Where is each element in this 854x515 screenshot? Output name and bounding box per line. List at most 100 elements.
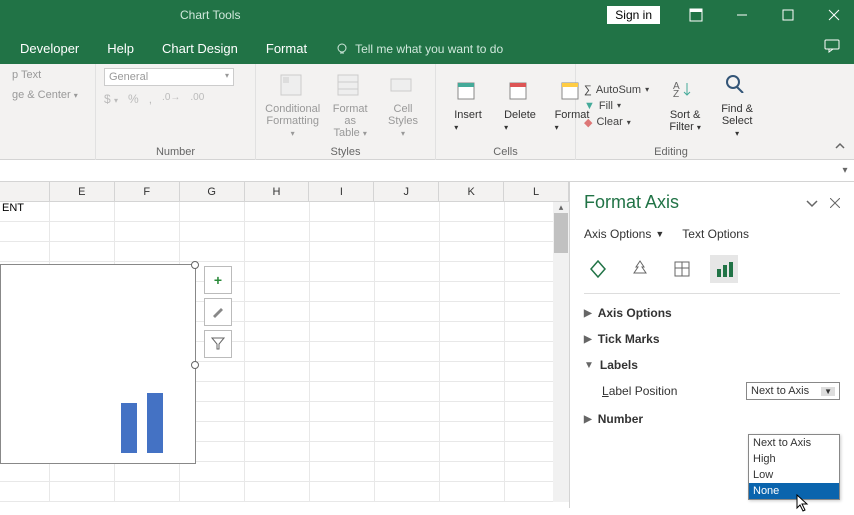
- col-header[interactable]: I: [309, 182, 374, 201]
- sort-filter-icon: AZ: [671, 79, 699, 107]
- lightbulb-icon: [335, 42, 349, 56]
- size-properties-icon[interactable]: [668, 255, 696, 283]
- cells-group-label: Cells: [444, 144, 567, 160]
- plus-icon: +: [214, 272, 222, 288]
- autosum-button[interactable]: ∑ AutoSum ▾: [584, 84, 649, 96]
- chart-bars: [121, 393, 163, 453]
- tab-help[interactable]: Help: [93, 33, 148, 64]
- mouse-cursor-icon: [796, 494, 810, 515]
- tick-marks-section[interactable]: ▶Tick Marks: [584, 332, 840, 346]
- window-controls: Sign in: [607, 0, 854, 30]
- chart-float-tools: +: [204, 266, 232, 358]
- accounting-format-icon[interactable]: $ ▾: [104, 92, 118, 106]
- fill-line-icon[interactable]: [584, 255, 612, 283]
- resize-handle[interactable]: [191, 361, 199, 369]
- styles-group-label: Styles: [264, 144, 427, 160]
- insert-button[interactable]: Insert▾: [444, 77, 492, 135]
- tab-chart-design[interactable]: Chart Design: [148, 33, 252, 64]
- fill-down-icon: ▼: [584, 100, 595, 112]
- collapse-ribbon-icon[interactable]: [834, 140, 846, 155]
- column-headers[interactable]: E F G H I J K L: [0, 182, 569, 202]
- col-header[interactable]: G: [180, 182, 245, 201]
- ribbon-display-icon[interactable]: [676, 0, 716, 30]
- tab-format[interactable]: Format: [252, 33, 321, 64]
- magnifier-icon: [723, 73, 751, 101]
- tab-developer[interactable]: Developer: [6, 33, 93, 64]
- fill-button[interactable]: ▼ Fill ▾: [584, 100, 649, 112]
- conditional-formatting-button[interactable]: ConditionalFormatting ▾: [264, 71, 321, 141]
- col-header[interactable]: J: [374, 182, 439, 201]
- brush-icon: [211, 304, 225, 321]
- dropdown-option[interactable]: High: [749, 451, 839, 467]
- feedback-icon[interactable]: [810, 31, 854, 64]
- editing-group-label: Editing: [584, 144, 758, 160]
- maximize-icon[interactable]: [768, 0, 808, 30]
- number-section[interactable]: ▶Number: [584, 412, 840, 426]
- dropdown-option[interactable]: Low: [749, 467, 839, 483]
- label-position-dropdown: Next to Axis High Low None: [748, 434, 840, 500]
- chart-bar[interactable]: [147, 393, 163, 453]
- find-select-button[interactable]: Find &Select ▾: [713, 71, 761, 141]
- dropdown-option[interactable]: Next to Axis: [749, 435, 839, 451]
- chart-styles-button[interactable]: [204, 298, 232, 326]
- expand-formula-bar-icon[interactable]: ▾: [836, 165, 854, 176]
- labels-section[interactable]: ▼Labels: [584, 358, 840, 372]
- clear-button[interactable]: ◆ Clear ▾: [584, 116, 649, 129]
- resize-handle[interactable]: [191, 261, 199, 269]
- signin-button[interactable]: Sign in: [607, 6, 660, 24]
- axis-options-icon[interactable]: [710, 255, 738, 283]
- chart-elements-button[interactable]: +: [204, 266, 232, 294]
- number-group-label: Number: [104, 144, 247, 160]
- wrap-text-fragment[interactable]: p Text: [8, 68, 45, 82]
- axis-options-tab[interactable]: Axis Options ▼: [584, 227, 664, 241]
- percent-format-icon[interactable]: %: [128, 92, 139, 106]
- vertical-scrollbar[interactable]: ▴: [553, 202, 569, 502]
- worksheet-grid[interactable]: E F G H I J K L ENT: [0, 182, 570, 508]
- editing-group: ∑ AutoSum ▾ ▼ Fill ▾ ◆ Clear ▾ AZ Sort &…: [576, 64, 766, 160]
- label-position-select[interactable]: Next to Axis ▼: [746, 382, 840, 400]
- decrease-decimal-icon[interactable]: .00: [190, 92, 204, 106]
- cell-styles-icon: [389, 73, 417, 101]
- comma-format-icon[interactable]: ,: [149, 92, 152, 106]
- formula-bar[interactable]: ▾: [0, 160, 854, 182]
- close-icon[interactable]: [814, 0, 854, 30]
- chart-object[interactable]: [0, 264, 196, 464]
- funnel-icon: [211, 336, 225, 353]
- chart-filters-button[interactable]: [204, 330, 232, 358]
- svg-text:Z: Z: [673, 89, 679, 99]
- insert-cells-icon: [454, 79, 482, 107]
- tab-bar: Developer Help Chart Design Format Tell …: [0, 30, 854, 64]
- col-header[interactable]: F: [115, 182, 180, 201]
- format-table-icon: [336, 73, 364, 101]
- sort-filter-button[interactable]: AZ Sort &Filter ▾: [661, 77, 709, 135]
- chart-bar[interactable]: [121, 403, 137, 453]
- tell-me-search[interactable]: Tell me what you want to do: [321, 34, 517, 64]
- col-header[interactable]: H: [245, 182, 310, 201]
- styles-group: ConditionalFormatting ▾ Format asTable ▾…: [256, 64, 436, 160]
- delete-button[interactable]: Delete▾: [496, 77, 544, 135]
- cell-styles-button[interactable]: CellStyles ▾: [379, 71, 427, 141]
- task-pane-options-icon[interactable]: [806, 195, 818, 211]
- alignment-group-partial: p Text ge & Center ▾: [0, 64, 96, 160]
- ribbon: p Text ge & Center ▾ General▾ $ ▾ % , .0…: [0, 64, 854, 160]
- delete-cells-icon: [506, 79, 534, 107]
- minimize-icon[interactable]: [722, 0, 762, 30]
- col-header[interactable]: K: [439, 182, 504, 201]
- label-position-label: Label Position: [602, 384, 677, 398]
- chart-tools-label: Chart Tools: [180, 8, 240, 22]
- increase-decimal-icon[interactable]: .0→: [162, 92, 180, 106]
- close-pane-icon[interactable]: [830, 195, 840, 211]
- col-header[interactable]: E: [50, 182, 115, 201]
- number-format-select[interactable]: General▾: [104, 68, 234, 86]
- format-as-table-button[interactable]: Format asTable ▾: [325, 71, 375, 141]
- cells-group: Insert▾ Delete▾ Format▾ Cells: [436, 64, 576, 160]
- cell[interactable]: ENT: [0, 202, 50, 221]
- effects-icon[interactable]: [626, 255, 654, 283]
- text-options-tab[interactable]: Text Options: [682, 227, 749, 241]
- dropdown-option-highlighted[interactable]: None: [749, 483, 839, 499]
- axis-options-section[interactable]: ▶Axis Options: [584, 306, 840, 320]
- merge-center-fragment[interactable]: ge & Center ▾: [8, 88, 82, 102]
- sigma-icon: ∑: [584, 84, 592, 96]
- pane-title: Format Axis: [584, 192, 679, 213]
- col-header[interactable]: L: [504, 182, 569, 201]
